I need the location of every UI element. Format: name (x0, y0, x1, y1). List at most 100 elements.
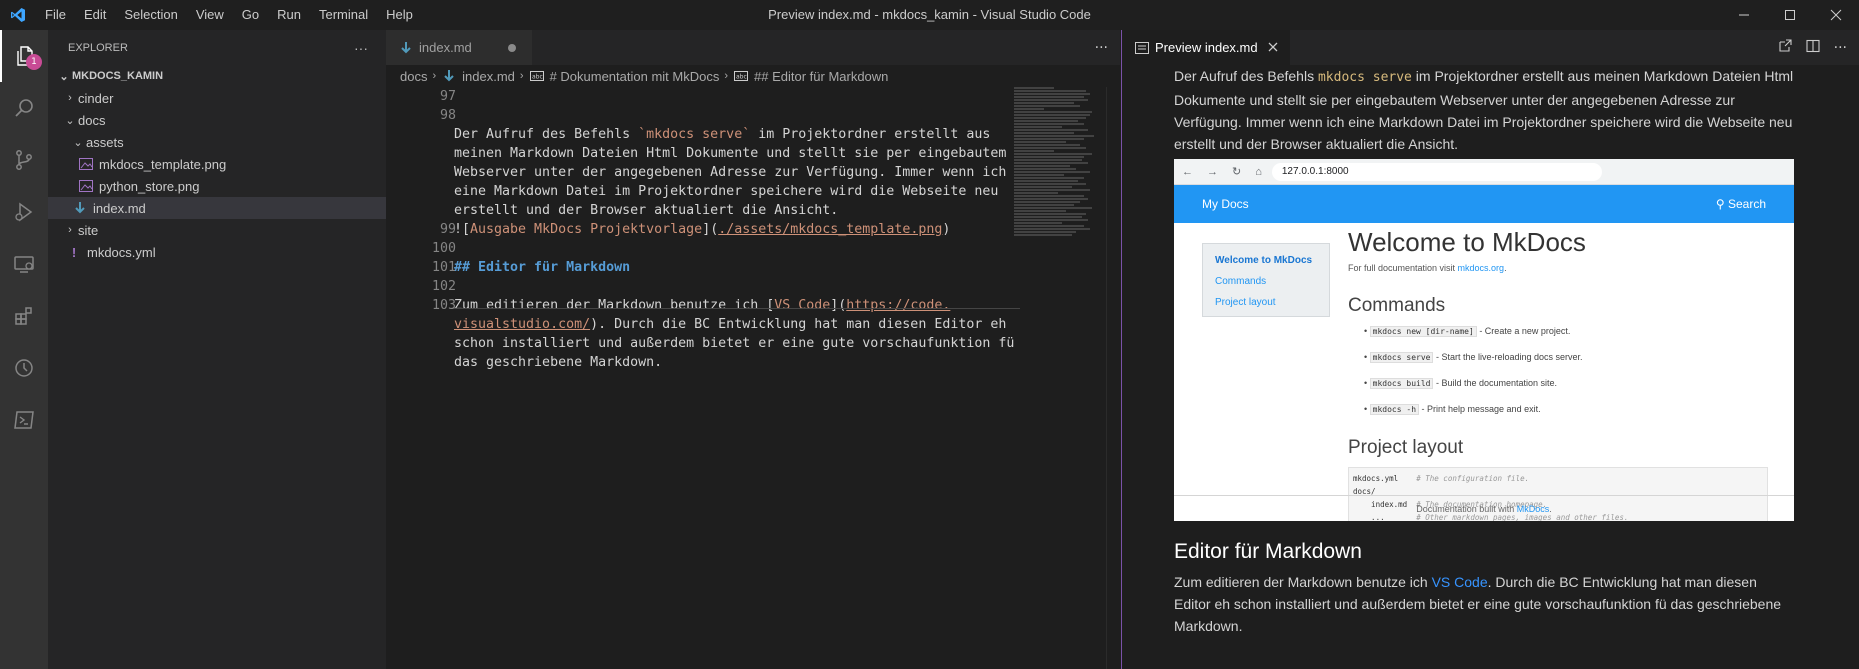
menu-view[interactable]: View (187, 0, 233, 30)
tree-item-label: python_store.png (99, 178, 200, 194)
line-number: 97 (439, 89, 456, 104)
open-source-button[interactable] (1778, 38, 1792, 57)
docs-code: mkdocs new [dir-name] (1369, 326, 1477, 337)
menu-terminal[interactable]: Terminal (310, 0, 377, 30)
menu-help[interactable]: Help (377, 0, 422, 30)
tree-item-python-store[interactable]: python_store.png (48, 175, 386, 197)
code-text: im Projektordner erstellt aus (750, 127, 991, 142)
tab-index-md[interactable]: index.md (386, 30, 532, 65)
tree-item-docs[interactable]: ⌄ docs (48, 109, 386, 131)
tree-item-index-md[interactable]: index.md (48, 197, 386, 219)
split-editor-button[interactable] (1806, 39, 1820, 57)
code-link-url[interactable]: https://code. (846, 298, 950, 313)
code-line: ## Editor für Markdown (454, 258, 1029, 277)
chevron-right-icon: › (68, 224, 72, 236)
activity-explorer[interactable]: 1 (0, 30, 48, 82)
activity-remote-explorer[interactable] (0, 238, 48, 290)
menu-edit[interactable]: Edit (75, 0, 115, 30)
breadcrumb-docs[interactable]: docs (400, 69, 427, 84)
workspace-name: MKDOCS_KAMIN (72, 70, 164, 82)
preview-actions: ··· (1778, 30, 1847, 65)
breadcrumb-index-md[interactable]: index.md (462, 69, 515, 84)
maximize-button[interactable] (1767, 0, 1813, 30)
editor-scrollbar[interactable] (1106, 87, 1120, 669)
menu-file[interactable]: File (36, 0, 75, 30)
editor-actions: ··· (1095, 30, 1108, 65)
activity-extensions[interactable] (0, 290, 48, 342)
editor-more-button[interactable]: ··· (1095, 40, 1108, 56)
breadcrumb-heading-1[interactable]: # Dokumentation mit MkDocs (550, 69, 720, 84)
search-icon: ⚲ (1715, 197, 1728, 211)
menu-go[interactable]: Go (233, 0, 268, 30)
minimap[interactable] (1014, 87, 1098, 327)
docs-text: - Start the live-reloading docs server. (1433, 352, 1583, 362)
code-text: Der Aufruf des Befehls (454, 127, 639, 142)
code-editor[interactable]: 97 98 99 100 101 102 103 Der Aufruf des … (386, 87, 1026, 669)
close-window-button[interactable] (1813, 0, 1859, 30)
docs-search-label: Search (1727, 197, 1766, 211)
tree-item-label: mkdocs_template.png (99, 156, 227, 172)
code-link-url[interactable]: visualstudio.com/ (454, 317, 590, 332)
minimize-button[interactable] (1721, 0, 1767, 30)
minimap-line (1014, 168, 1076, 170)
preview-scrollbar[interactable] (1845, 65, 1859, 669)
chevron-down-icon: ⌄ (73, 136, 83, 149)
minimap-line (1014, 126, 1062, 128)
activity-search[interactable] (0, 82, 48, 134)
minimap-line (1014, 150, 1054, 152)
tab-label: index.md (419, 40, 472, 55)
chevron-right-icon: › (519, 70, 524, 82)
minimap-line (1014, 213, 1086, 215)
code-text: ]( (702, 222, 719, 237)
menu-run[interactable]: Run (268, 0, 310, 30)
line-number: 101 (431, 260, 456, 275)
menu-selection[interactable]: Selection (115, 0, 186, 30)
docs-footer: Documentation built with MkDocs. (1174, 495, 1794, 521)
markdown-file-icon (72, 200, 88, 216)
explorer-more-button[interactable]: ··· (354, 40, 368, 56)
close-tab-button[interactable] (1268, 40, 1278, 55)
unsaved-dot-icon[interactable] (507, 43, 516, 52)
tree-item-site[interactable]: › site (48, 219, 386, 241)
tree-item-mkdocs-template[interactable]: mkdocs_template.png (48, 153, 386, 175)
preview-tab-bar: Preview index.md ··· (1122, 30, 1859, 65)
minimap-line (1014, 216, 1082, 218)
workspace-section[interactable]: ⌄ MKDOCS_KAMIN (48, 65, 386, 87)
minimap-line (1014, 147, 1086, 149)
tree-item-cinder[interactable]: › cinder (48, 87, 386, 109)
minimap-line (1014, 117, 1086, 119)
run-debug-icon (15, 202, 33, 222)
activity-timeline[interactable] (0, 342, 48, 394)
minimap-line (1014, 99, 1088, 101)
tree-item-label: mkdocs.yml (87, 244, 156, 260)
svg-text:abc: abc (532, 74, 543, 81)
markdown-file-icon (398, 40, 414, 56)
activity-run-debug[interactable] (0, 186, 48, 238)
breadcrumb-heading-2[interactable]: ## Editor für Markdown (754, 69, 888, 84)
docs-code-comment: # The configuration file. (1416, 474, 1530, 483)
code-line: ![Ausgabe MkDocs Projektvorlage](./asset… (454, 220, 1029, 239)
yaml-file-icon: ! (71, 244, 77, 260)
code-text: ![ (454, 222, 471, 237)
minimap-line (1014, 204, 1074, 206)
tree-item-label: index.md (93, 200, 146, 216)
code-line: Zum editieren der Markdown benutze ich [… (454, 296, 1029, 315)
tree-item-assets[interactable]: ⌄ assets (48, 131, 386, 153)
docs-h2-commands: Commands (1348, 295, 1446, 316)
preview-link[interactable]: VS Code (1432, 574, 1488, 590)
chevron-down-icon: ⌄ (65, 114, 75, 127)
open-source-icon (1779, 38, 1792, 52)
preview-more-button[interactable]: ··· (1834, 40, 1847, 56)
activity-terminal[interactable] (0, 394, 48, 446)
minimap-line (1014, 174, 1064, 176)
tab-preview-index-md[interactable]: Preview index.md (1122, 30, 1290, 65)
minimap-line (1014, 96, 1084, 98)
preview-icon (1134, 40, 1150, 56)
explorer-title: EXPLORER (68, 41, 128, 54)
activity-source-control[interactable] (0, 134, 48, 186)
code-link-url[interactable]: ./assets/mkdocs_template.png (718, 222, 942, 237)
string-symbol-icon: abc (529, 68, 545, 84)
breadcrumb: docs › index.md › abc # Dokumentation mi… (386, 65, 1120, 87)
tree-item-mkdocs-yml[interactable]: ! mkdocs.yml (48, 241, 386, 263)
